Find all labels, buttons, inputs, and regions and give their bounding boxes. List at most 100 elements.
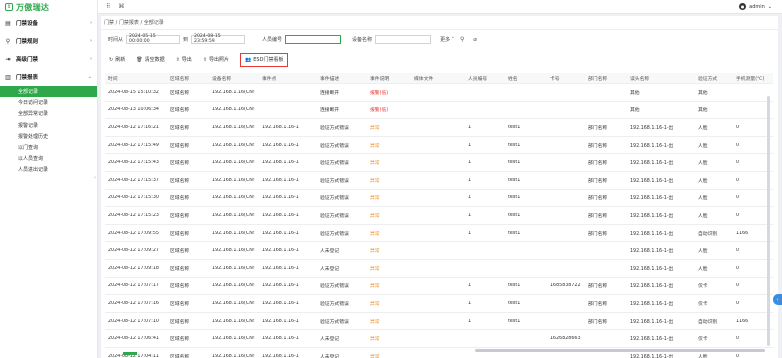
column-header[interactable]: 手机测量(℃) bbox=[733, 75, 773, 82]
horizontal-scrollbar[interactable] bbox=[475, 349, 765, 352]
sidebar-item[interactable]: 报警记录 bbox=[0, 120, 97, 131]
table-cell: 1 bbox=[468, 212, 472, 218]
table-cell: 1 bbox=[468, 300, 472, 306]
column-header[interactable]: 事件点 bbox=[259, 75, 317, 82]
app-logo[interactable]: ↕ 万傲瑞达 bbox=[0, 0, 97, 14]
apps-grid-icon[interactable]: ⠿ bbox=[106, 3, 110, 10]
table-cell: 验证方式错误 bbox=[320, 125, 349, 131]
table-row[interactable]: 2024-08-12 17:07:17 区域名称 192.168.1.16(CN! 1… bbox=[105, 278, 773, 296]
column-header[interactable]: 人员编号 bbox=[465, 75, 505, 82]
user-name: admin bbox=[749, 3, 765, 10]
table-row[interactable]: 2024-08-12 17:15:49 区域名称 192.168.1.16(CN! 1… bbox=[105, 137, 773, 155]
device-icon: ▤ bbox=[5, 19, 11, 27]
nav-group-0[interactable]: ▤ 门禁设备 › bbox=[0, 14, 97, 32]
nav-group-1[interactable]: ⚲ 门禁规则 › bbox=[0, 32, 97, 50]
table-row[interactable]: 2024-08-12 17:09:27 区域名称 192.168.1.16(CN! 1… bbox=[105, 242, 773, 260]
command-icon[interactable]: ⌘ bbox=[118, 3, 124, 10]
refresh-button[interactable]: ↻ 刷新 bbox=[109, 56, 125, 64]
table-cell: 人脸 bbox=[698, 125, 708, 131]
side-panel-toggle-icon[interactable]: ‹ bbox=[773, 294, 782, 305]
clear-data-button[interactable]: 🗑 清空数据 bbox=[136, 56, 164, 64]
user-menu[interactable]: ● admin ⌄ bbox=[739, 3, 772, 10]
table-cell: 2024-08-12 17:09:55 bbox=[108, 230, 159, 236]
table-cell: 192.168.1.16(CN! bbox=[212, 248, 255, 254]
sidebar-collapse-icon[interactable]: ‹ bbox=[94, 175, 100, 185]
table-cell: 部门名称 bbox=[588, 213, 608, 219]
sidebar-item[interactable]: 以人员查询 bbox=[0, 153, 97, 164]
column-header[interactable]: 事件描述 bbox=[317, 75, 367, 82]
sidebar-item[interactable]: 全部异常记录 bbox=[0, 108, 97, 119]
export-photo-button[interactable]: ⇪ 导出照片 bbox=[203, 56, 229, 64]
table-cell: 2024-08-12 17:07:17 bbox=[108, 283, 159, 289]
table-cell: 1 bbox=[468, 230, 472, 236]
sidebar-item[interactable]: 今日访问记录 bbox=[0, 97, 97, 108]
device-name-input[interactable] bbox=[375, 34, 432, 44]
column-header[interactable]: 读头名称 bbox=[627, 75, 695, 82]
table-row[interactable]: 2024-08-12 17:09:55 区域名称 192.168.1.16(CN! 1… bbox=[105, 225, 773, 243]
table-cell: 区域名称 bbox=[170, 143, 190, 149]
pin-input[interactable] bbox=[285, 34, 342, 44]
table-cell: 区域名称 bbox=[170, 178, 190, 184]
nav-group-2[interactable]: ⇥ 高级门禁 › bbox=[0, 50, 97, 68]
esd-dashboard-button[interactable]: 👥 ESD门禁看板 bbox=[240, 52, 289, 67]
table-row[interactable]: 2024-08-12 17:15:30 区域名称 192.168.1.16(CN! 1… bbox=[105, 190, 773, 208]
table-row[interactable]: 2024-08-12 17:07:16 区域名称 192.168.1.16(CN! 1… bbox=[105, 295, 773, 313]
table-cell: 192.168.1.16-1 bbox=[262, 265, 299, 271]
table-cell: 192.168.1.16-1-出 bbox=[630, 125, 674, 131]
time-from-input[interactable]: 2024-05-15 00:00:00 bbox=[126, 34, 181, 44]
records-table: 时间 区域名称 设备名称 事件点 事件描述 事件说明 媒体文件 人员编号 姓名 卡号 部门名称 读头名… bbox=[105, 73, 773, 358]
table-row[interactable]: 2024-08-13 10:06:34 区域名称 192.168.1.16(CN! 连… bbox=[105, 102, 773, 120]
column-header[interactable]: 姓名 bbox=[505, 75, 547, 82]
clear-filter-icon[interactable]: ⌀ bbox=[470, 35, 480, 44]
column-header[interactable]: 时间 bbox=[105, 75, 167, 82]
vertical-scrollbar[interactable] bbox=[767, 96, 770, 346]
table-cell: 验证方式错误 bbox=[320, 231, 349, 237]
table-row[interactable]: 2024-08-12 17:07:10 区域名称 192.168.1.16(CN! 1… bbox=[105, 313, 773, 331]
table-cell: 2024-08-12 17:07:10 bbox=[108, 318, 159, 324]
table-cell: 人未登记 bbox=[320, 337, 340, 343]
table-cell: 192.168.1.16-1-出 bbox=[630, 231, 674, 237]
device-name-label: 设备名称 bbox=[352, 36, 373, 43]
table-row[interactable]: 2024-08-12 17:15:23 区域名称 192.168.1.16(CN! 1… bbox=[105, 207, 773, 225]
table-row[interactable]: 2024-08-12 17:15:37 区域名称 192.168.1.16(CN! 1… bbox=[105, 172, 773, 190]
table-row[interactable]: 2024-08-12 17:09:18 区域名称 192.168.1.16(CN! 1… bbox=[105, 260, 773, 278]
table-cell: 异常 bbox=[370, 196, 380, 202]
column-header[interactable]: 媒体文件 bbox=[411, 75, 465, 82]
column-header[interactable]: 部门名称 bbox=[585, 75, 627, 82]
table-cell: 192.168.1.16-1-出 bbox=[630, 143, 674, 149]
table-cell: 区域名称 bbox=[170, 319, 190, 325]
table-row[interactable]: 2024-08-12 17:15:43 区域名称 192.168.1.16(CN! 1… bbox=[105, 154, 773, 172]
time-from-label: 时间从 bbox=[108, 36, 124, 43]
table-row[interactable]: 2024-08-12 17:06:41 区域名称 192.168.1.16(CN! 1… bbox=[105, 330, 773, 348]
time-to-input[interactable]: 2024-08-15 23:59:59 bbox=[191, 34, 246, 44]
more-filters-button[interactable]: 更多 ˅ bbox=[440, 36, 454, 43]
sidebar-item[interactable]: 人员进出记录 bbox=[0, 164, 97, 175]
nav-group-3[interactable]: ▥ 门禁报表 ⌄ bbox=[0, 68, 97, 86]
column-header[interactable]: 区域名称 bbox=[167, 75, 209, 82]
table-cell: 2024-08-13 10:06:34 bbox=[108, 107, 159, 113]
sidebar-nav: ▤ 门禁设备 › ⚲ 门禁规则 › ⇥ 高级门禁 › ▥ 门禁报表 ⌄ 全部记录 今日访问记录 全部异常记录… bbox=[0, 14, 97, 176]
column-header[interactable]: 事件说明 bbox=[367, 75, 411, 82]
table-cell: 2024-08-12 17:15:23 bbox=[108, 212, 159, 218]
column-header[interactable]: 设备名称 bbox=[209, 75, 259, 82]
column-header[interactable]: 验证方式 bbox=[695, 75, 733, 82]
export-button[interactable]: ⇪ 导出 bbox=[176, 56, 192, 64]
table-cell: 部门名称 bbox=[588, 143, 608, 149]
table-cell: 人未登记 bbox=[320, 249, 340, 255]
table-cell: test1 bbox=[508, 318, 521, 324]
table-cell: test1 bbox=[508, 142, 521, 148]
table-row[interactable]: 2024-08-15 15:10:32 区域名称 192.168.1.16(CN! 连… bbox=[105, 84, 773, 102]
table-cell: 192.168.1.16(CN! bbox=[212, 89, 255, 95]
sidebar-item[interactable]: 全部记录 bbox=[0, 86, 97, 98]
table-row[interactable]: 2024-08-12 17:16:21 区域名称 192.168.1.16(CN! 1… bbox=[105, 119, 773, 137]
table-cell: 192.168.1.16-1 bbox=[262, 230, 299, 236]
table-cell: 1685838722 bbox=[550, 283, 581, 289]
sidebar-item[interactable]: 以门查询 bbox=[0, 142, 97, 153]
refresh-icon: ↻ bbox=[109, 56, 114, 63]
sidebar-item[interactable]: 报警处理历史 bbox=[0, 131, 97, 142]
table-cell: 部门名称 bbox=[588, 301, 608, 307]
column-header[interactable]: 卡号 bbox=[547, 75, 585, 82]
table-cell: 区域名称 bbox=[170, 301, 190, 307]
table-cell: 验证方式错误 bbox=[320, 143, 349, 149]
search-icon[interactable]: ⚲ bbox=[457, 35, 467, 44]
